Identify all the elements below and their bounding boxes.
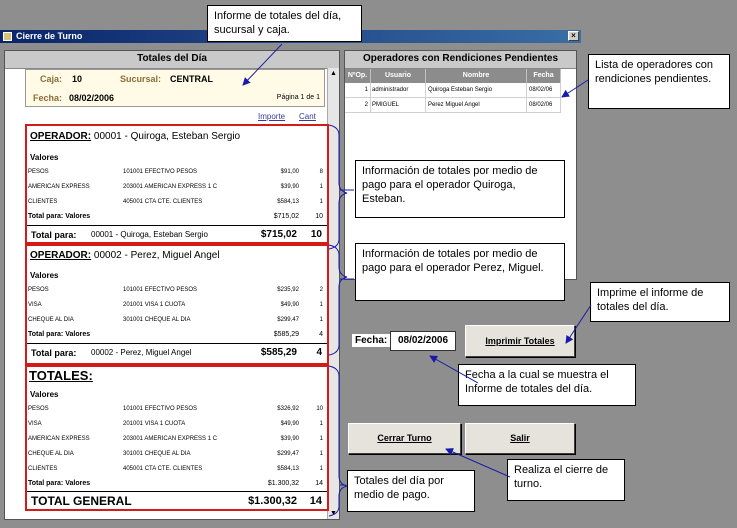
bracket-op2 <box>328 244 348 356</box>
bracket-op1 <box>328 124 348 250</box>
arrow-informe <box>242 43 283 86</box>
arrow-cierre <box>445 448 511 478</box>
annotation-arrows <box>242 43 592 517</box>
bracket-totales <box>328 365 348 517</box>
arrow-fecha <box>429 355 479 384</box>
arrow-imprime <box>565 304 592 344</box>
arrow-lista <box>561 79 589 98</box>
